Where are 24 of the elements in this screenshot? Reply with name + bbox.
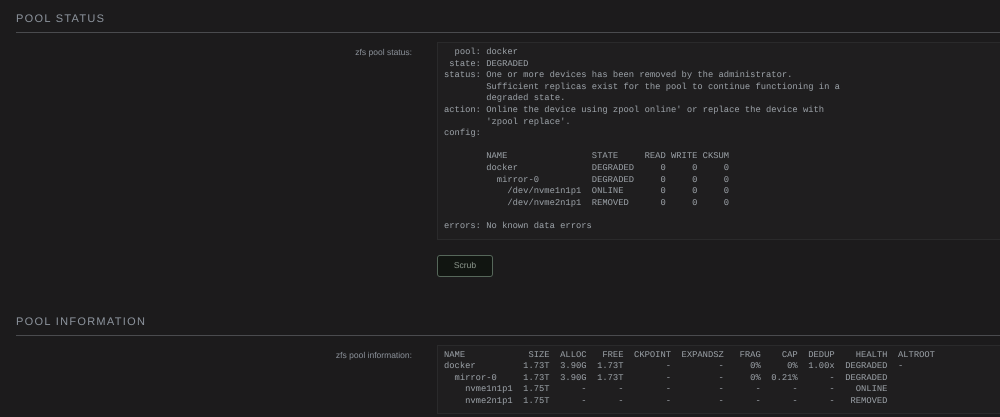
field-label: zfs pool status: (354, 46, 413, 59)
output-line: /dev/nvme1n1p1 ONLINE 0 0 0 (506, 186, 730, 198)
output-line: config: (444, 128, 481, 140)
section-title: POOL INFORMATION (16, 302, 1000, 336)
output-line: NAME SIZE ALLOC FREE CKPOINT EXPANDSZ FRAG CAP DEDUP HEALTH ALTROOT (444, 350, 935, 362)
scrub-button[interactable]: Scrub (437, 254, 493, 276)
output-line: nvme1n1p1 1.75T - - - - - - - ONLINE (464, 384, 888, 396)
output-line: NAME STATE READ WRITE CKSUM (485, 151, 730, 163)
output-line: state: DEGRADED (448, 58, 528, 70)
output-line: Sufficient replicas exist for the pool to continue functioning in a (485, 82, 840, 94)
field-label: zfs pool information: (334, 348, 413, 362)
output-line: status: One or more devices has been removed by the administrator. (444, 70, 792, 82)
output-line: 'zpool replace'. (485, 116, 571, 128)
output-line: errors: No known data errors (444, 220, 592, 232)
output-line: mirror-0 1.73T 3.90G 1.73T - - 0% 0.21% - DEGRADED (454, 372, 888, 384)
output-line: docker DEGRADED 0 0 0 (485, 162, 730, 175)
output-line: mirror-0 DEGRADED 0 0 0 (496, 174, 730, 186)
output-line: pool: docker (454, 47, 518, 59)
output-line: degraded state. (485, 93, 566, 105)
output-line: action: Online the device using zpool online' or replace the device with (444, 104, 824, 117)
output-line: docker 1.73T 3.90G 1.73T - - 0% 0% 1.00x DEGRADED - (444, 361, 904, 373)
output-line: nvme2n1p1 1.75T - - - - - - - REMOVED (464, 396, 888, 408)
section-title: POOL STATUS (16, 0, 1000, 33)
output-line: /dev/nvme2n1p1 REMOVED 0 0 0 (506, 198, 730, 210)
